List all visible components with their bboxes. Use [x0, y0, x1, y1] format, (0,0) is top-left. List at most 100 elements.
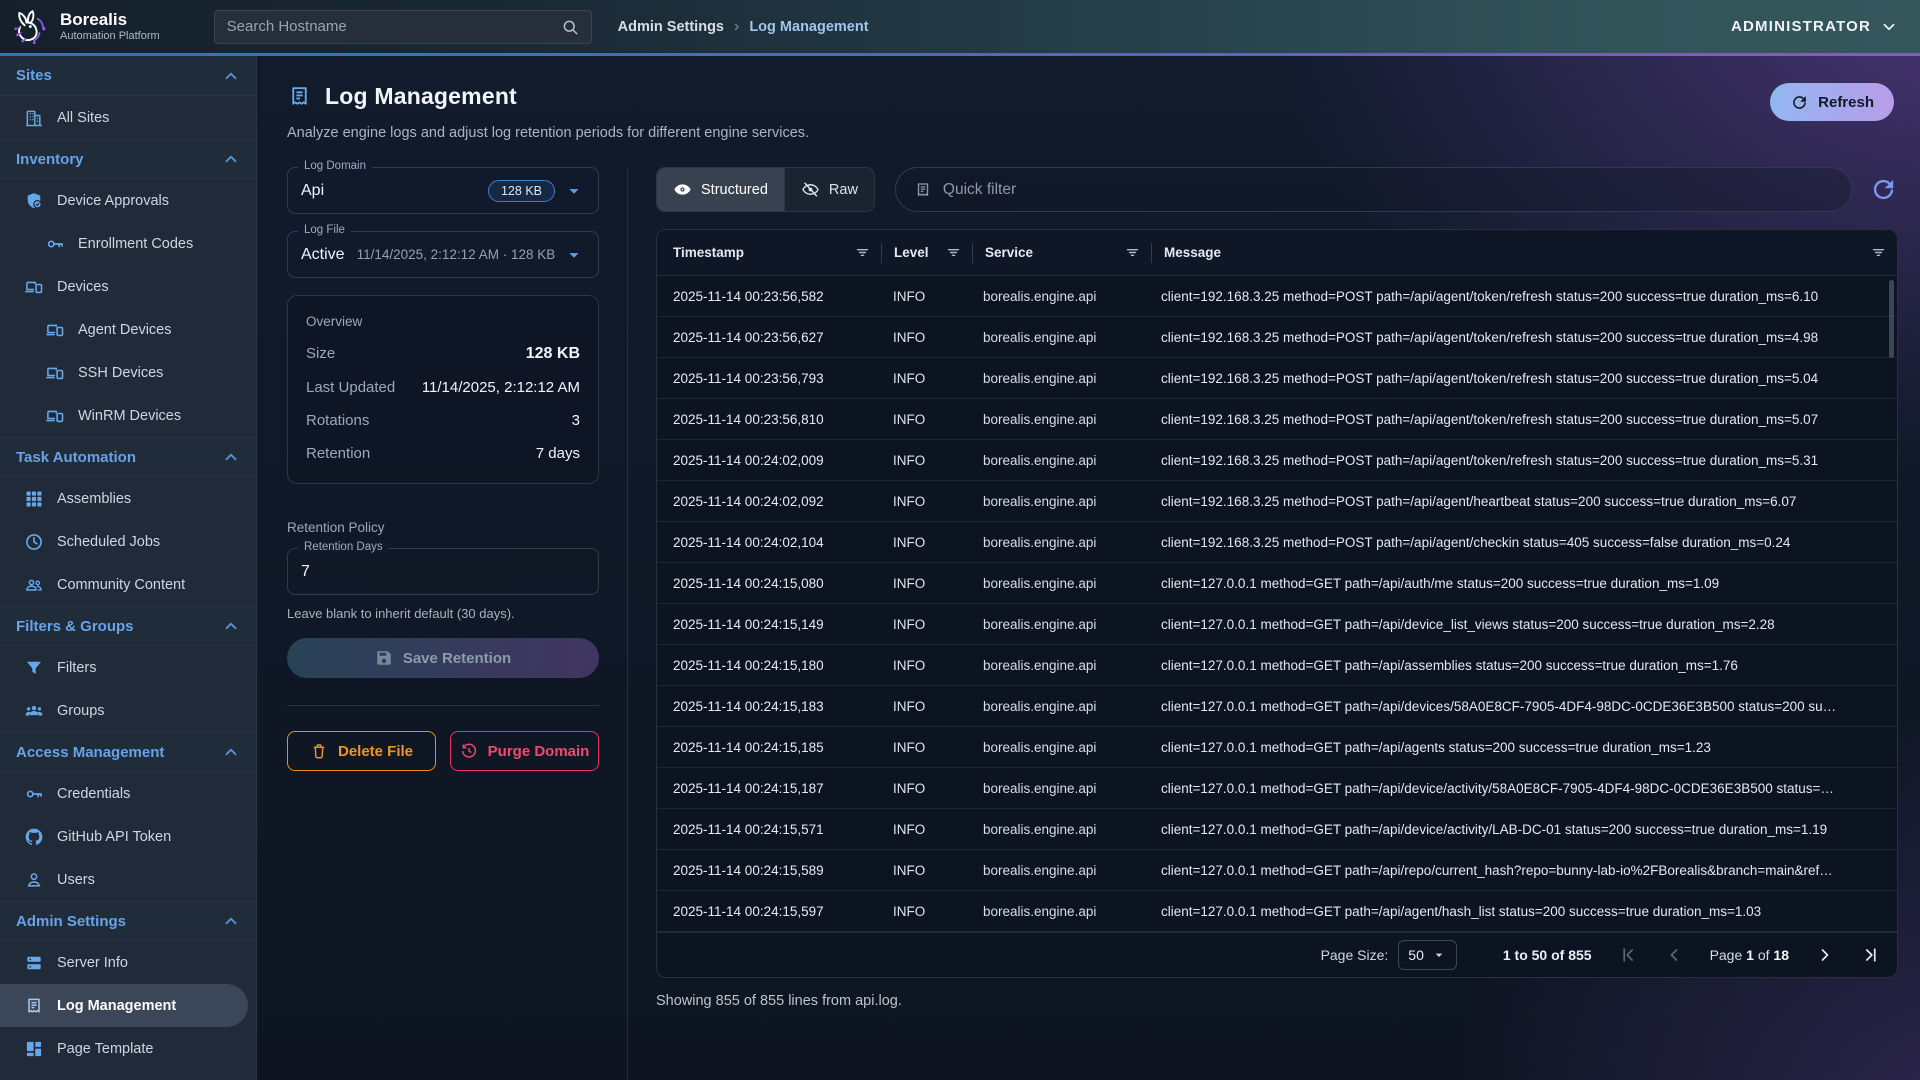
sidebar-item-label: Credentials: [57, 786, 130, 802]
sidebar-section-sites[interactable]: Sites: [0, 56, 256, 96]
hostname-search[interactable]: [214, 10, 592, 44]
log-timestamp-cell: 2025-11-14 00:24:15,185: [657, 740, 881, 755]
log-message-cell: client=192.168.3.25 method=POST path=/ap…: [1149, 330, 1897, 345]
log-file-select[interactable]: Log File Active 11/14/2025, 2:12:12 AM ·…: [287, 231, 599, 278]
column-label: Message: [1164, 245, 1221, 260]
table-scrollbar[interactable]: [1889, 280, 1894, 358]
sidebar-item-ssh-devices[interactable]: SSH Devices: [0, 351, 256, 394]
sidebar-item-assemblies[interactable]: Assemblies: [0, 477, 256, 520]
refresh-button-label: Refresh: [1818, 94, 1874, 111]
chevron-up-icon: [222, 617, 240, 635]
log-level-cell: INFO: [881, 781, 971, 796]
first-page-icon[interactable]: [1618, 945, 1638, 965]
sidebar-item-device-approvals[interactable]: Device Approvals: [0, 179, 256, 222]
filter-list-icon[interactable]: [945, 244, 962, 261]
sidebar-item-scheduled-jobs[interactable]: Scheduled Jobs: [0, 520, 256, 563]
log-row: 2025-11-14 00:24:15,571INFOborealis.engi…: [657, 809, 1897, 850]
refresh-button[interactable]: Refresh: [1770, 83, 1894, 121]
delete-file-button[interactable]: Delete File: [287, 731, 436, 771]
danger-actions: Delete File Purge Domain: [287, 731, 599, 771]
user-menu[interactable]: ADMINISTRATOR: [1731, 18, 1898, 36]
sidebar-item-filters[interactable]: Filters: [0, 646, 256, 689]
row-range: 1 to 50 of 855: [1503, 947, 1592, 963]
column-header-level: Level: [882, 230, 972, 275]
log-viewer-panel: Structured Raw: [627, 167, 1920, 1080]
log-timestamp-cell: 2025-11-14 00:24:15,080: [657, 576, 881, 591]
sidebar-item-server-info[interactable]: Server Info: [0, 941, 256, 984]
overview-row-rotations: Rotations 3: [306, 412, 580, 429]
filter-list-icon[interactable]: [854, 244, 871, 261]
log-level-cell: INFO: [881, 617, 971, 632]
sidebar-section-task-automation[interactable]: Task Automation: [0, 437, 256, 477]
sidebar-item-label: All Sites: [57, 110, 109, 126]
sidebar-item-groups[interactable]: Groups: [0, 689, 256, 732]
column-label: Service: [985, 245, 1033, 260]
log-row: 2025-11-14 00:24:15,149INFOborealis.engi…: [657, 604, 1897, 645]
column-header-service: Service: [973, 230, 1151, 275]
mode-raw-label: Raw: [829, 182, 858, 198]
sidebar-nav: Sites All Sites InventoryDevice Approvals E…: [0, 53, 257, 1080]
overview-row-retention: Retention 7 days: [306, 445, 580, 462]
sidebar-section-filters-groups[interactable]: Filters & Groups: [0, 606, 256, 646]
log-service-cell: borealis.engine.api: [971, 330, 1149, 345]
sidebar-item-github-api-token[interactable]: GitHub API Token: [0, 815, 256, 858]
log-domain-label: Log Domain: [298, 160, 372, 172]
chevron-up-icon: [222, 150, 240, 168]
save-retention-button[interactable]: Save Retention: [287, 638, 599, 678]
next-page-icon[interactable]: [1815, 945, 1835, 965]
building-icon: [24, 108, 44, 128]
sidebar-item-all-sites[interactable]: All Sites: [0, 96, 256, 139]
overview-label: Last Updated: [306, 379, 395, 396]
sidebar-item-agent-devices[interactable]: Agent Devices: [0, 308, 256, 351]
log-message-cell: client=192.168.3.25 method=POST path=/ap…: [1149, 371, 1897, 386]
quick-filter-input[interactable]: [943, 181, 1833, 199]
sidebar-item-devices[interactable]: Devices: [0, 265, 256, 308]
search-input[interactable]: [227, 18, 561, 35]
mode-structured[interactable]: Structured: [657, 168, 785, 211]
sidebar-section-admin-settings[interactable]: Admin Settings: [0, 901, 256, 941]
breadcrumb-parent[interactable]: Admin Settings: [618, 19, 724, 35]
mode-raw[interactable]: Raw: [785, 168, 874, 211]
refresh-icon[interactable]: [1869, 175, 1898, 204]
shield-check-icon: [24, 191, 44, 211]
sidebar-item-enrollment-codes[interactable]: Enrollment Codes: [0, 222, 256, 265]
content: Log Domain Api 128 KB Log File Active 11…: [257, 167, 1920, 1080]
sidebar-section-label: Task Automation: [16, 449, 136, 466]
prev-page-icon[interactable]: [1664, 945, 1684, 965]
page-subtitle: Analyze engine logs and adjust log reten…: [287, 125, 809, 141]
sidebar-item-community-content[interactable]: Community Content: [0, 563, 256, 606]
sidebar-item-page-template[interactable]: Page Template: [0, 1027, 256, 1070]
retention-days-input[interactable]: [301, 563, 585, 581]
log-timestamp-cell: 2025-11-14 00:23:56,810: [657, 412, 881, 427]
sidebar-item-winrm-devices[interactable]: WinRM Devices: [0, 394, 256, 437]
column-label: Level: [894, 245, 929, 260]
log-level-cell: INFO: [881, 412, 971, 427]
log-timestamp-cell: 2025-11-14 00:24:15,180: [657, 658, 881, 673]
sidebar-section-inventory[interactable]: Inventory: [0, 139, 256, 179]
last-page-icon[interactable]: [1861, 945, 1881, 965]
sidebar-item-log-management[interactable]: Log Management: [0, 984, 248, 1027]
sidebar-item-users[interactable]: Users: [0, 858, 256, 901]
filter-list-icon[interactable]: [1124, 244, 1141, 261]
chevron-down-icon: [1880, 18, 1898, 36]
chevron-up-icon: [222, 448, 240, 466]
sidebar-item-label: Assemblies: [57, 491, 131, 507]
grid-icon: [24, 489, 44, 509]
log-service-cell: borealis.engine.api: [971, 371, 1149, 386]
caret-down-icon: [563, 180, 585, 202]
sidebar-section-access-management[interactable]: Access Management: [0, 732, 256, 772]
mode-structured-label: Structured: [701, 182, 768, 198]
sidebar-section-label: Admin Settings: [16, 913, 126, 930]
purge-domain-button[interactable]: Purge Domain: [450, 731, 599, 771]
log-domain-select[interactable]: Log Domain Api 128 KB: [287, 167, 599, 214]
log-message-cell: client=127.0.0.1 method=GET path=/api/de…: [1149, 699, 1897, 714]
sidebar-item-label: Enrollment Codes: [78, 236, 193, 252]
save-retention-label: Save Retention: [403, 650, 511, 667]
sidebar-item-credentials[interactable]: Credentials: [0, 772, 256, 815]
filter-list-icon[interactable]: [1870, 244, 1887, 261]
quick-filter-field[interactable]: [895, 167, 1852, 212]
page-size-select[interactable]: 50: [1398, 940, 1457, 970]
sidebar-item-label: WinRM Devices: [78, 408, 181, 424]
devices-icon: [24, 277, 44, 297]
server-icon: [24, 953, 44, 973]
